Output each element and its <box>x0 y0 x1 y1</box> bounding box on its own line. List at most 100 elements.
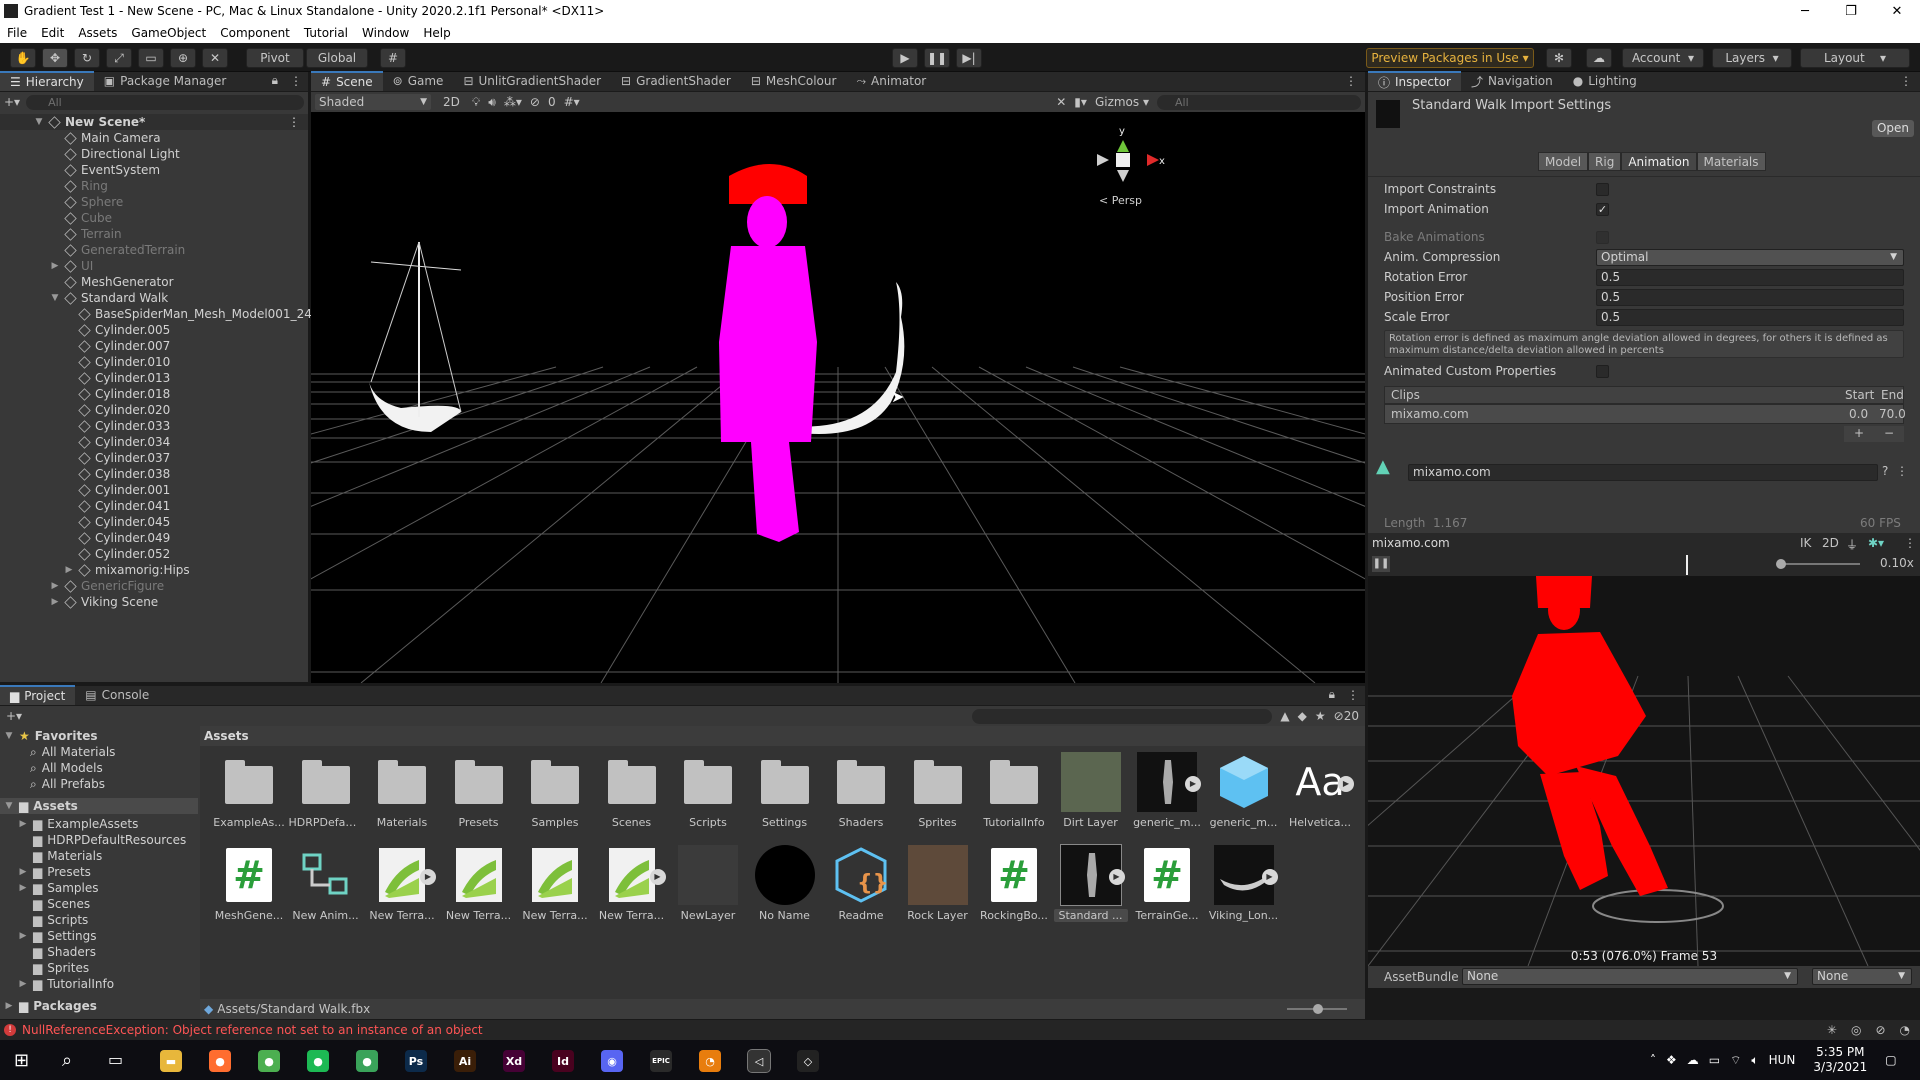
hierarchy-item[interactable]: Sphere <box>50 194 123 210</box>
preview-packages-dropdown[interactable]: Preview Packages in Use ▾ <box>1366 48 1534 68</box>
asset-item[interactable]: ▶ Viking_Lon... <box>1207 845 1281 922</box>
tab-animator[interactable]: ⤳ Animator <box>846 71 936 91</box>
tab-mesh-colour[interactable]: ⊟ MeshColour <box>741 71 847 91</box>
hierarchy-item[interactable]: Cylinder.049 <box>64 530 170 546</box>
menu-component[interactable]: Component <box>213 26 297 40</box>
assetbundle-variant-dropdown[interactable]: None ▼ <box>1812 968 1912 985</box>
tab-hierarchy[interactable]: ☰ Hierarchy <box>0 71 94 91</box>
hierarchy-item[interactable]: EventSystem <box>50 162 160 178</box>
asset-item[interactable]: Scenes <box>595 752 669 829</box>
hierarchy-item[interactable]: ▼ Standard Walk <box>50 290 169 306</box>
position-error-input[interactable]: 0.5 <box>1596 289 1904 306</box>
play-button[interactable]: ▶ <box>892 48 918 68</box>
indesign-icon[interactable]: Id <box>552 1050 574 1072</box>
cache-icon[interactable]: ◎ <box>1851 1023 1861 1037</box>
project-folder-item[interactable]: ▆ Materials <box>18 848 102 864</box>
timeline-playhead[interactable] <box>1686 555 1688 575</box>
camera-icon[interactable]: ▮▾ <box>1074 95 1087 109</box>
account-dropdown[interactable]: Account ▾ <box>1622 48 1704 68</box>
asset-item[interactable]: Aa ▶ Helvetica... <box>1283 752 1357 829</box>
tools-icon[interactable]: ✕ <box>1056 95 1066 109</box>
animation-preview-viewport[interactable]: 0:53 (076.0%) Frame 53 <box>1368 576 1920 966</box>
hierarchy-item[interactable]: ▶ Viking Scene <box>50 594 159 610</box>
add-clip-button[interactable]: + <box>1854 426 1864 442</box>
hierarchy-item[interactable]: ▶ UI <box>50 258 94 274</box>
asset-item[interactable]: New Anim... <box>289 845 363 922</box>
hierarchy-item[interactable]: ▶ GenericFigure <box>50 578 165 594</box>
preview-timeline[interactable] <box>1396 555 1766 575</box>
hierarchy-item[interactable]: Cylinder.052 <box>64 546 170 562</box>
layers-dropdown[interactable]: Layers ▾ <box>1712 48 1792 68</box>
expand-caret-icon[interactable]: ▶ <box>50 258 60 274</box>
asset-item[interactable]: ▶ New Terra... <box>365 845 439 922</box>
project-folder-item[interactable]: ▶ ▆ Presets <box>18 864 91 880</box>
hidden-objects-icon[interactable]: ⊘ <box>530 95 540 109</box>
hierarchy-item[interactable]: Cylinder.041 <box>64 498 170 514</box>
hierarchy-item[interactable]: Cylinder.001 <box>64 482 170 498</box>
effects-toggle-icon[interactable]: ⁂▾ <box>504 95 522 109</box>
hierarchy-item[interactable]: Terrain <box>50 226 122 242</box>
tab-inspector[interactable]: ⓘ Inspector <box>1368 71 1461 91</box>
asset-item[interactable]: ▶ New Terra... <box>595 845 669 922</box>
project-folder-item[interactable]: ▆ Sprites <box>18 960 89 976</box>
asset-item[interactable]: New Terra... <box>518 845 592 922</box>
rect-tool-icon[interactable]: ▭ <box>138 48 164 68</box>
audio-toggle-icon[interactable]: 🔊︎ <box>488 95 496 110</box>
speed-slider-thumb[interactable] <box>1776 559 1786 569</box>
illustrator-icon[interactable]: Ai <box>454 1050 476 1072</box>
hierarchy-item[interactable]: Cylinder.045 <box>64 514 170 530</box>
hierarchy-item[interactable]: Cylinder.005 <box>64 322 170 338</box>
open-button[interactable]: Open <box>1872 120 1914 137</box>
maximize-button[interactable]: ❐ <box>1828 4 1874 19</box>
hierarchy-item[interactable]: Cylinder.033 <box>64 418 170 434</box>
asset-item[interactable]: generic_m... <box>1207 752 1281 829</box>
shading-mode-dropdown[interactable]: Shaded ▼ <box>315 94 431 110</box>
step-button[interactable]: ▶| <box>956 48 982 68</box>
search-icon[interactable]: ⌕ <box>62 1050 72 1071</box>
expand-asset-icon[interactable]: ▶ <box>1338 776 1354 792</box>
xd-icon[interactable]: Xd <box>503 1050 525 1072</box>
anim-compression-dropdown[interactable]: Optimal ▼ <box>1596 249 1904 266</box>
network-icon[interactable]: ▭ <box>1709 1053 1720 1067</box>
animated-custom-properties-checkbox[interactable] <box>1596 365 1609 378</box>
import-animation-checkbox[interactable]: ✓ <box>1596 203 1609 216</box>
clock[interactable]: 5:35 PM 3/3/2021 <box>1805 1045 1875 1075</box>
icon-size-slider[interactable] <box>1287 1004 1347 1014</box>
asset-item[interactable]: New Terra... <box>442 845 516 922</box>
windows-start-icon[interactable]: ⊞ <box>14 1050 29 1071</box>
import-constraints-checkbox[interactable] <box>1596 183 1609 196</box>
hand-tool-icon[interactable]: ✋ <box>10 48 36 68</box>
project-folder-item[interactable]: ▶ ▆ Samples <box>18 880 99 896</box>
hierarchy-item[interactable]: Directional Light <box>50 146 180 162</box>
hierarchy-search-input[interactable]: All <box>26 94 304 110</box>
pause-button[interactable]: ❚❚ <box>924 48 950 68</box>
asset-item[interactable]: Scripts <box>671 752 745 829</box>
subtab-model[interactable]: Model <box>1538 152 1589 171</box>
hierarchy-item[interactable]: BaseSpiderMan_Mesh_Model001_24_( <box>64 306 323 322</box>
asset-item[interactable]: Shaders <box>824 752 898 829</box>
expand-asset-icon[interactable]: ▶ <box>420 869 436 885</box>
panel-menu-icon[interactable]: ⋮ <box>1337 74 1365 91</box>
expand-caret-icon[interactable]: ▶ <box>18 816 28 832</box>
lighting-toggle-icon[interactable]: 💡︎ <box>472 95 480 110</box>
menu-help[interactable]: Help <box>416 26 457 40</box>
rotate-tool-icon[interactable]: ↻ <box>74 48 100 68</box>
grid-toggle-icon[interactable]: #▾ <box>564 95 580 109</box>
hierarchy-item[interactable]: Cylinder.007 <box>64 338 170 354</box>
minimize-button[interactable]: ─ <box>1782 4 1828 19</box>
asset-item[interactable]: Rock Layer <box>901 845 975 922</box>
chrome-icon[interactable]: ● <box>258 1050 280 1072</box>
asset-item[interactable]: Sprites <box>901 752 975 829</box>
browser-green-icon[interactable]: ● <box>356 1050 378 1072</box>
project-folder-item[interactable]: ▆ HDRPDefaultResources <box>18 832 186 848</box>
hierarchy-item[interactable]: MeshGenerator <box>50 274 174 290</box>
project-folder-item[interactable]: ▆ Shaders <box>18 944 96 960</box>
progress-spinner-icon[interactable]: ◔ <box>1900 1023 1910 1037</box>
asset-item[interactable]: Presets <box>442 752 516 829</box>
tab-gradient-shader[interactable]: ⊟ GradientShader <box>611 71 741 91</box>
expand-caret-icon[interactable]: ▶ <box>50 594 60 610</box>
fav-all-prefabs[interactable]: ⌕ All Prefabs <box>30 776 105 792</box>
settings-gear-icon[interactable]: ✻ <box>1546 48 1572 68</box>
scale-tool-icon[interactable]: ⤢ <box>106 48 132 68</box>
scale-error-input[interactable]: 0.5 <box>1596 309 1904 326</box>
